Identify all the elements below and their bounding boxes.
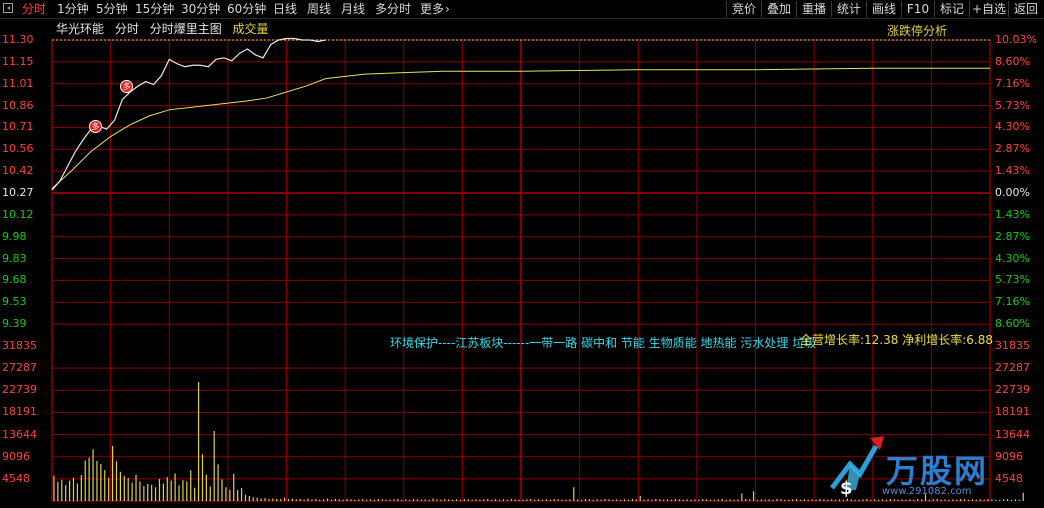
f10-button[interactable]: F10	[901, 1, 934, 17]
volume-tick: 31835	[2, 339, 37, 352]
volume-tick: 13644	[995, 427, 1030, 441]
pct-tick: 5.73%	[995, 273, 1030, 287]
collapse-icon[interactable]	[3, 3, 13, 13]
chart-header: 华光环能 分时 分时爆里主图 成交量	[56, 22, 276, 36]
tab-15min[interactable]: 15分钟	[135, 1, 174, 17]
mode-main-chart[interactable]: 分时爆里主图	[150, 22, 222, 36]
pct-tick: 7.16%	[995, 295, 1030, 309]
concept-text: 环境保护----江苏板块------一带一路 碳中和 节能 生物质能 地热能 污…	[390, 336, 817, 350]
tab-1min[interactable]: 1分钟	[57, 1, 89, 17]
watermark-logo-icon: $	[830, 436, 884, 499]
tab-daily[interactable]: 日线	[273, 1, 297, 17]
pct-tick-base: 0.00%	[995, 186, 1030, 199]
pct-tick: 4.30%	[995, 120, 1030, 134]
toolbar: 分时 1分钟 5分钟 15分钟 30分钟 60分钟 日线 周线 月线 多分时 更…	[0, 0, 1044, 19]
pct-tick: 1.43%	[995, 207, 1030, 221]
price-tick: 11.01	[2, 76, 34, 90]
mark-button[interactable]: 标记	[934, 1, 969, 17]
price-tick: 9.98	[2, 229, 27, 243]
price-tick: 11.15	[2, 54, 34, 68]
volume-tick: 4548	[995, 471, 1023, 485]
price-tick: 10.56	[2, 142, 34, 156]
more-chevron-icon[interactable]: ›	[445, 1, 450, 17]
volume-tick: 9096	[2, 449, 30, 463]
pct-tick: 8.60%	[995, 54, 1030, 68]
pct-tick: 1.43%	[995, 164, 1030, 178]
volume-tick: 4548	[2, 471, 30, 485]
price-tick: 9.83	[2, 251, 27, 265]
tab-monthly[interactable]: 月线	[341, 1, 365, 17]
pct-tick: 8.60%	[995, 317, 1030, 331]
tab-more[interactable]: 更多	[420, 1, 444, 17]
tab-multi-day[interactable]: 多分时	[375, 1, 411, 17]
price-tick: 10.71	[2, 120, 34, 134]
overlay-button[interactable]: 叠加	[761, 1, 796, 17]
tab-weekly[interactable]: 周线	[307, 1, 331, 17]
volume-tick: 22739	[995, 383, 1030, 397]
price-tick: 9.53	[2, 295, 27, 309]
concept-ticker: 环境保护----江苏板块------一带一路 碳中和 节能 生物质能 地热能 污…	[390, 334, 816, 351]
price-tick: 9.68	[2, 273, 27, 287]
tab-5min[interactable]: 5分钟	[96, 1, 128, 17]
volume-tick: 9096	[995, 449, 1023, 463]
volume-tick: 18191	[995, 405, 1030, 419]
replay-button[interactable]: 重播	[796, 1, 831, 17]
add-watchlist-button[interactable]: +自选	[969, 1, 1008, 17]
volume-tick: 13644	[2, 427, 37, 441]
stock-name: 华光环能	[56, 22, 105, 36]
svg-text:$: $	[840, 478, 853, 499]
price-tick: 9.39	[2, 317, 27, 331]
volume-tick: 18191	[2, 405, 37, 419]
tab-intraday[interactable]: 分时	[22, 1, 46, 17]
auction-button[interactable]: 竞价	[726, 1, 761, 17]
volume-tick: 27287	[2, 361, 37, 375]
pct-tick: 2.87%	[995, 142, 1030, 156]
pct-tick: 5.73%	[995, 98, 1030, 112]
mode-volume[interactable]: 成交量	[233, 22, 269, 36]
price-tick: 11.30	[2, 33, 34, 46]
watermark-url: www.291082.com	[882, 486, 972, 497]
pct-tick: 2.87%	[995, 229, 1030, 243]
draw-line-button[interactable]: 画线	[866, 1, 901, 17]
statistics-button[interactable]: 统计	[831, 1, 866, 17]
tab-60min[interactable]: 60分钟	[227, 1, 266, 17]
pct-tick: 4.30%	[995, 251, 1030, 265]
price-tick: 10.42	[2, 164, 34, 178]
volume-tick: 22739	[2, 383, 37, 397]
volume-tick: 27287	[995, 361, 1030, 375]
price-tick: 10.12	[2, 207, 34, 221]
price-tick: 10.86	[2, 98, 34, 112]
tab-30min[interactable]: 30分钟	[181, 1, 220, 17]
volume-tick: 31835	[995, 339, 1030, 352]
back-button[interactable]: 返回	[1008, 1, 1043, 17]
mode-intraday[interactable]: 分时	[115, 22, 139, 36]
price-tick-base: 10.27	[2, 186, 34, 199]
growth-overlay: 全营增长率:12.38 净利增长率:6.88	[800, 333, 993, 347]
price-line	[51, 37, 326, 191]
pct-tick: 10.03%	[995, 33, 1037, 46]
pct-tick: 7.16%	[995, 76, 1030, 90]
limit-analysis-link[interactable]: 涨跌停分析	[887, 22, 947, 39]
